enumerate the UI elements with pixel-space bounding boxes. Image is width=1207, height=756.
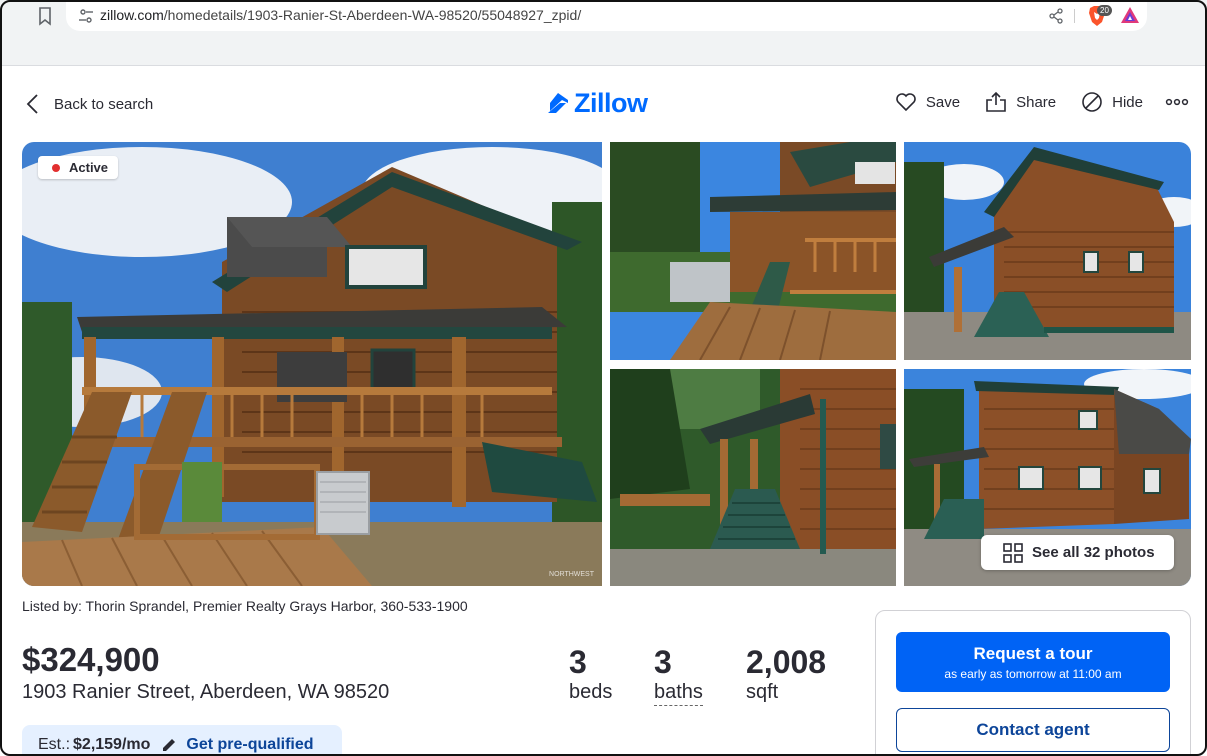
hide-label: Hide <box>1112 93 1143 111</box>
sqft-value: 2,008 <box>746 644 827 680</box>
heart-icon <box>896 93 916 112</box>
url-text: zillow.com/homedetails/1903-Ranier-St-Ab… <box>100 7 582 23</box>
share-label: Share <box>1016 93 1057 111</box>
hide-icon <box>1082 92 1102 112</box>
get-prequalified-link[interactable]: Get pre-qualified <box>186 736 313 754</box>
site-settings-icon[interactable] <box>78 8 94 24</box>
grid-icon <box>1003 542 1023 563</box>
zillow-house-icon <box>548 93 568 113</box>
contact-card: Request a tour as early as tomorrow at 1… <box>875 610 1191 756</box>
beds-value: 3 <box>569 644 587 680</box>
porch-stairs-photo <box>610 142 896 360</box>
chevron-left-icon <box>26 94 38 114</box>
beds-stat: 3 beds <box>569 645 612 705</box>
bookmark-icon[interactable] <box>36 6 54 26</box>
estimated-payment-bar: Est.: $2,159/mo Get pre-qualified <box>22 725 342 756</box>
listing-price: $324,900 <box>22 641 160 678</box>
save-label: Save <box>925 93 961 111</box>
request-tour-sublabel: as early as tomorrow at 11:00 am <box>944 667 1122 681</box>
see-all-label: See all 32 photos <box>1032 544 1155 561</box>
gallery-photo[interactable] <box>904 142 1191 360</box>
status-dot-icon <box>52 163 60 172</box>
request-tour-label: Request a tour <box>973 644 1093 663</box>
address-bar[interactable]: zillow.com/homedetails/1903-Ranier-St-Ab… <box>66 1 1147 31</box>
pencil-icon[interactable] <box>161 737 177 753</box>
gallery-photo[interactable] <box>610 369 896 586</box>
zillow-logo[interactable]: Zillow <box>546 88 648 118</box>
house-side-photo <box>904 142 1191 360</box>
request-tour-button[interactable]: Request a tour as early as tomorrow at 1… <box>896 632 1170 692</box>
see-all-photos-button[interactable]: See all 32 photos <box>981 535 1174 570</box>
status-label: Active <box>69 160 109 175</box>
more-horizontal-icon <box>1165 98 1189 106</box>
sqft-label: sqft <box>746 681 779 703</box>
beds-label: beds <box>569 681 613 703</box>
listing-address: 1903 Ranier Street, Aberdeen, WA 98520 <box>22 681 390 703</box>
separator <box>1074 9 1075 23</box>
baths-label[interactable]: baths <box>654 679 703 706</box>
main-photo[interactable]: Active NORTHWEST <box>22 142 602 586</box>
listed-by-text: Listed by: Thorin Sprandel, Premier Real… <box>22 598 468 614</box>
header-actions: Save Share Hide <box>870 90 1189 114</box>
log-cabin-photo <box>22 142 602 586</box>
share-icon <box>986 91 1006 112</box>
contact-agent-button[interactable]: Contact agent <box>896 708 1170 752</box>
baths-stat[interactable]: 3 baths <box>654 645 703 706</box>
back-to-search-link[interactable]: Back to search <box>22 92 153 116</box>
status-badge: Active <box>38 156 119 179</box>
logo-text: Zillow <box>574 87 648 118</box>
save-button[interactable]: Save <box>894 90 960 114</box>
est-value[interactable]: $2,159/mo <box>73 736 150 754</box>
gallery-photo[interactable] <box>610 142 896 360</box>
share-button[interactable]: Share <box>984 90 1056 114</box>
browser-toolbar: zillow.com/homedetails/1903-Ranier-St-Ab… <box>0 0 1207 66</box>
brave-rewards-icon[interactable] <box>1120 6 1140 24</box>
share-page-icon[interactable] <box>1048 8 1064 24</box>
shields-count-badge: 20 <box>1097 5 1112 16</box>
more-options-button[interactable] <box>1165 90 1189 114</box>
side-porch-photo <box>610 369 896 586</box>
site-header: Back to search Zillow Save Share Hide <box>0 66 1207 140</box>
photo-watermark: NORTHWEST <box>549 571 594 578</box>
baths-value: 3 <box>654 644 672 680</box>
est-label: Est.: <box>38 736 71 753</box>
hide-button[interactable]: Hide <box>1080 90 1143 114</box>
sqft-stat: 2,008 sqft <box>746 645 826 705</box>
back-label: Back to search <box>54 95 154 113</box>
